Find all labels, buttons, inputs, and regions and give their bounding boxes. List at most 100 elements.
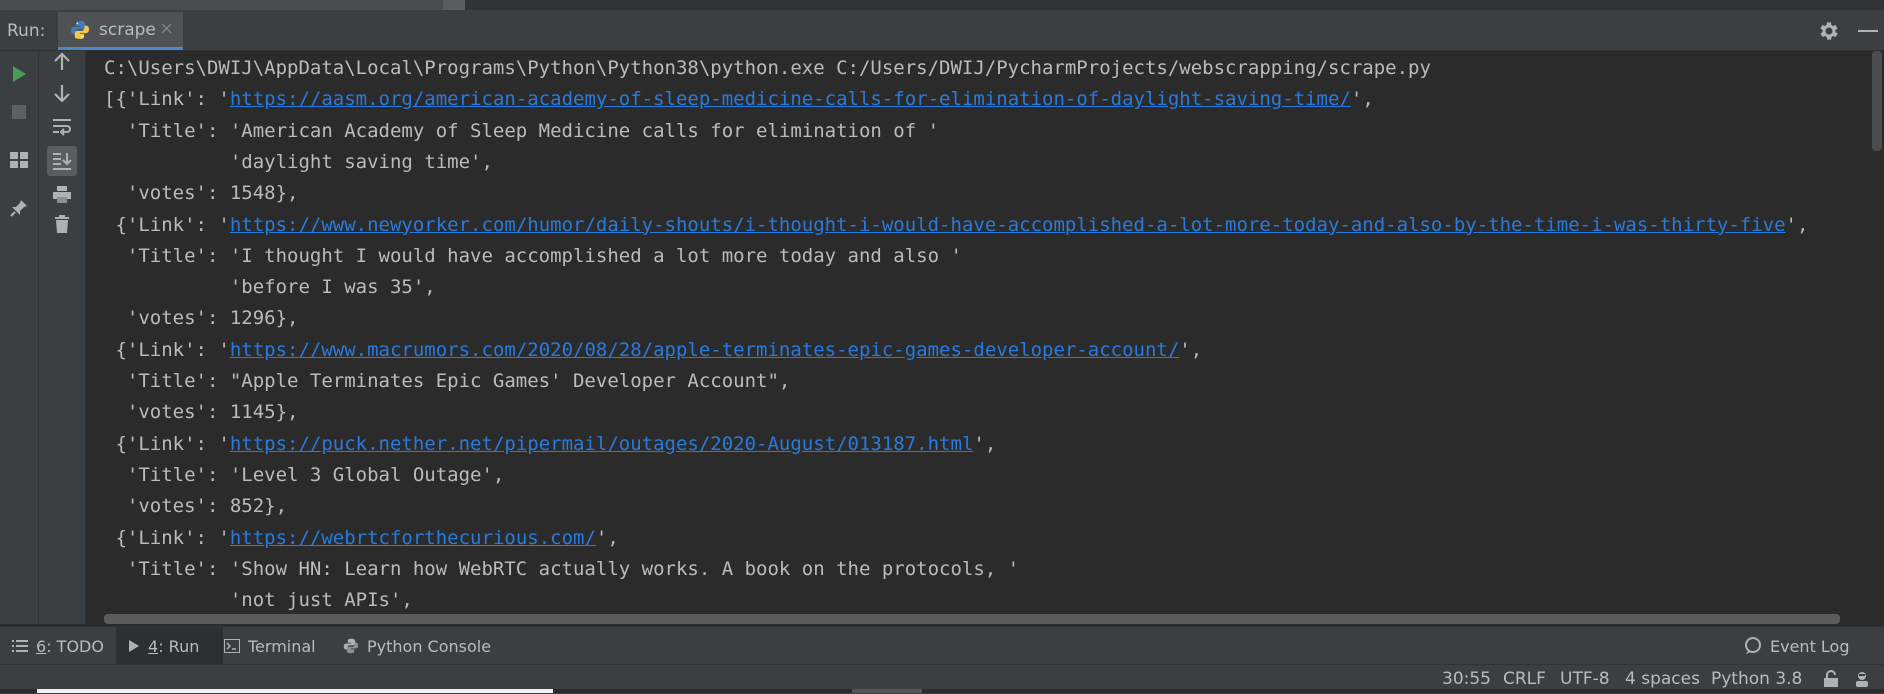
down-button[interactable] [47, 78, 77, 108]
vertical-scrollbar[interactable] [1872, 51, 1882, 151]
tab-label: scrape [99, 20, 156, 40]
console-link[interactable]: https://www.macrumors.com/2020/08/28/app… [230, 339, 1179, 361]
minimize-icon[interactable] [1858, 30, 1878, 32]
console-line: 'Title': 'Level 3 Global Outage', [104, 460, 505, 491]
console-text: 'daylight saving time', [104, 150, 493, 173]
console-text: 'before I was 35', [104, 276, 436, 299]
todo-shortcut-number: 6 [36, 636, 47, 656]
printer-icon [53, 186, 71, 203]
print-button[interactable] [47, 179, 77, 209]
console-line: 'Title': "Apple Terminates Epic Games' D… [104, 366, 790, 397]
tab-terminal[interactable]: Terminal [224, 627, 316, 665]
top-strip-segment [443, 0, 465, 10]
console-text: [{'Link': ' [104, 88, 230, 111]
run-label: : Run [158, 636, 200, 656]
pin-tab-button[interactable] [4, 193, 34, 223]
console-text: 'not just APIs', [104, 589, 413, 612]
trash-icon [55, 215, 69, 233]
arrow-up-icon [54, 52, 70, 70]
console-line: 'Title': 'American Academy of Sleep Medi… [104, 116, 939, 147]
console-text: 'votes': 1548}, [104, 182, 299, 205]
taskbar-segment [37, 689, 553, 693]
stop-button[interactable] [4, 97, 34, 127]
run-tool-window-header: Run: scrape × [0, 12, 1884, 51]
console-left-toolbar [39, 51, 86, 624]
clear-all-button[interactable] [47, 209, 77, 239]
taskbar-strip [0, 689, 1884, 693]
play-icon [128, 639, 140, 653]
terminal-icon [224, 639, 240, 653]
list-icon [12, 639, 28, 653]
console-output[interactable]: C:\Users\DWIJ\AppData\Local\Programs\Pyt… [86, 51, 1865, 614]
run-left-toolbar [0, 51, 39, 624]
file-encoding[interactable]: UTF-8 [1560, 669, 1610, 689]
console-text: C:\Users\DWIJ\AppData\Local\Programs\Pyt… [104, 57, 1431, 79]
todo-label: : TODO [46, 636, 104, 656]
console-link[interactable]: https://www.newyorker.com/humor/daily-sh… [230, 214, 1786, 236]
console-line: 'daylight saving time', [104, 147, 493, 178]
tab-python-console[interactable]: Python Console [343, 627, 491, 665]
tab-scrape[interactable]: scrape × [58, 12, 183, 50]
play-icon [13, 66, 26, 82]
console-line: 'votes': 1296}, [104, 303, 299, 334]
tool-window-bar: 6: TODO 4: Run Terminal Python Console E… [0, 626, 1884, 665]
tab-todo[interactable]: 6: TODO [12, 627, 104, 665]
python-icon [343, 638, 359, 654]
restore-layout-button[interactable] [4, 145, 34, 175]
console-line: [{'Link': 'https://aasm.org/american-aca… [104, 84, 1374, 115]
soft-wrap-button[interactable] [47, 111, 77, 141]
console-text: ', [973, 432, 997, 455]
console-text: 'votes': 1145}, [104, 401, 299, 424]
console-text: ', [1350, 88, 1374, 111]
console-line: {'Link': 'https://www.newyorker.com/humo… [104, 210, 1808, 241]
event-log-icon [1744, 637, 1762, 655]
terminal-label: Terminal [248, 636, 316, 656]
console-text: 'Title': 'Level 3 Global Outage', [104, 463, 505, 486]
console-text: 'Title': 'American Academy of Sleep Medi… [104, 119, 940, 142]
pin-icon [10, 200, 27, 217]
indent-setting[interactable]: 4 spaces [1625, 669, 1700, 689]
arrow-down-icon [54, 85, 70, 103]
gear-icon[interactable] [1816, 19, 1840, 43]
console-text: ', [595, 526, 619, 549]
console-text: 'Title': 'I thought I would have accompl… [104, 244, 962, 267]
console-text: ', [1785, 213, 1809, 236]
window-top-strip [0, 0, 1884, 12]
console-text: 'Title': "Apple Terminates Epic Games' D… [104, 370, 791, 392]
scroll-to-end-button[interactable] [47, 146, 77, 176]
console-line: {'Link': 'https://webrtcforthecurious.co… [104, 523, 619, 554]
run-label: Run: [7, 21, 46, 41]
console-link[interactable]: https://puck.nether.net/pipermail/outage… [230, 433, 974, 455]
event-log-label: Event Log [1770, 636, 1850, 656]
console-link[interactable]: https://aasm.org/american-academy-of-sle… [230, 88, 1351, 110]
console-line: 'Title': 'Show HN: Learn how WebRTC actu… [104, 554, 1019, 585]
up-button[interactable] [47, 47, 77, 77]
console-link[interactable]: https://webrtcforthecurious.com/ [230, 527, 596, 549]
horizontal-scrollbar[interactable] [104, 614, 1840, 624]
stop-icon [12, 105, 26, 119]
console-line: {'Link': 'https://www.macrumors.com/2020… [104, 335, 1202, 366]
console-text: {'Link': ' [104, 432, 230, 455]
console-text: {'Link': ' [104, 526, 230, 549]
taskbar-segment [852, 689, 922, 693]
python-interpreter[interactable]: Python 3.8 [1711, 669, 1802, 689]
caret-position[interactable]: 30:55 [1442, 669, 1491, 689]
console-text: 'votes': 1296}, [104, 307, 299, 330]
tab-event-log[interactable]: Event Log [1744, 627, 1850, 665]
scroll-to-end-icon [53, 153, 72, 170]
top-strip-segment [465, 0, 1884, 10]
layout-icon [10, 152, 28, 168]
soft-wrap-icon [53, 119, 71, 136]
console-text: 'Title': 'Show HN: Learn how WebRTC actu… [104, 557, 1020, 580]
console-text: ', [1179, 338, 1203, 361]
rerun-button[interactable] [4, 59, 34, 89]
close-icon[interactable]: × [159, 18, 174, 39]
console-line: 'not just APIs', [104, 585, 413, 614]
python-console-label: Python Console [367, 636, 492, 656]
tab-run[interactable]: 4: Run [116, 627, 223, 665]
line-separator[interactable]: CRLF [1503, 669, 1546, 689]
console-text: 'votes': 852}, [104, 495, 288, 518]
console-line: C:\Users\DWIJ\AppData\Local\Programs\Pyt… [104, 53, 1431, 84]
console-text: {'Link': ' [104, 338, 230, 361]
console-line: {'Link': 'https://puck.nether.net/piperm… [104, 429, 996, 460]
